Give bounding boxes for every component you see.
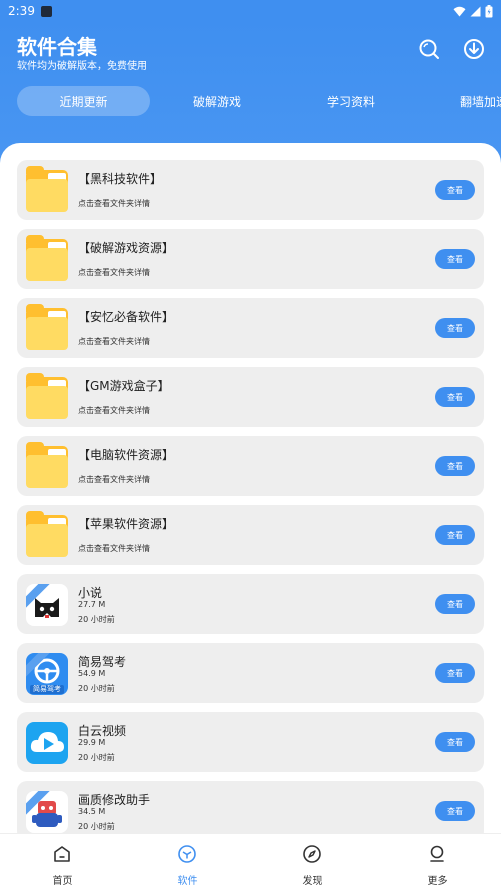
compass-icon [303, 845, 321, 863]
bottom-nav: 首页 软件 发现 更多 [0, 833, 501, 891]
list-item[interactable]: 【破解游戏资源】 点击查看文件夹详情 查看 [17, 229, 484, 289]
item-size: 34.5 M [78, 807, 106, 816]
item-title: 小说 [78, 586, 103, 600]
item-title: 简易驾考 [78, 655, 127, 669]
folder-icon [26, 511, 68, 557]
status-icons [453, 4, 493, 18]
nav-label: 首页 [52, 876, 73, 887]
list-item[interactable]: 白云视频 29.9 M 20 小时前 查看 [17, 712, 484, 772]
item-title: 【苹果软件资源】 [78, 517, 175, 531]
view-button[interactable]: 查看 [435, 456, 475, 476]
folder-icon [26, 304, 68, 350]
item-title: 白云视频 [78, 724, 127, 738]
category-tabs: 近期更新 破解游戏 学习资料 翻墙加速 [0, 86, 501, 118]
search-button[interactable] [416, 36, 442, 62]
folder-icon [26, 373, 68, 419]
item-description: 点击查看文件夹详情 [78, 268, 150, 277]
view-button[interactable]: 查看 [435, 663, 475, 683]
robot-icon [26, 791, 68, 833]
item-title: 【破解游戏资源】 [78, 241, 175, 255]
nav-discover[interactable]: 发现 [250, 834, 375, 891]
item-time: 20 小时前 [78, 753, 115, 762]
tab-study-materials[interactable]: 学习资料 [298, 86, 404, 116]
status-bar: 2:39 [0, 0, 501, 22]
item-size: 29.9 M [78, 738, 106, 747]
list-item[interactable]: 【安忆必备软件】 点击查看文件夹详情 查看 [17, 298, 484, 358]
nav-more[interactable]: 更多 [375, 834, 500, 891]
tab-vpn[interactable]: 翻墙加速 [432, 86, 501, 116]
list-item[interactable]: 【电脑软件资源】 点击查看文件夹详情 查看 [17, 436, 484, 496]
download-icon [464, 39, 484, 59]
wifi-icon [453, 6, 466, 16]
list-item[interactable]: 【黑科技软件】 点击查看文件夹详情 查看 [17, 160, 484, 220]
home-icon [54, 846, 70, 862]
item-time: 20 小时前 [78, 684, 115, 693]
tab-cracked-games[interactable]: 破解游戏 [165, 86, 269, 116]
cat-face-icon [26, 584, 68, 626]
item-title: 【GM游戏盒子】 [78, 379, 170, 393]
folder-icon [26, 442, 68, 488]
view-button[interactable]: 查看 [435, 594, 475, 614]
list-item[interactable]: 【GM游戏盒子】 点击查看文件夹详情 查看 [17, 367, 484, 427]
item-title: 【黑科技软件】 [78, 172, 163, 186]
view-button[interactable]: 查看 [435, 249, 475, 269]
search-icon [419, 39, 439, 59]
item-size: 27.7 M [78, 600, 106, 609]
page-subtitle: 软件均为破解版本，免费使用 [17, 61, 147, 72]
nav-software[interactable]: 软件 [125, 834, 250, 891]
item-title: 【电脑软件资源】 [78, 448, 175, 462]
item-description: 点击查看文件夹详情 [78, 544, 150, 553]
battery-icon [485, 4, 493, 17]
view-button[interactable]: 查看 [435, 801, 475, 821]
item-description: 点击查看文件夹详情 [78, 199, 150, 208]
item-description: 点击查看文件夹详情 [78, 406, 150, 415]
notification-icon [40, 5, 52, 17]
steering-wheel-icon: 简易驾考 [26, 653, 68, 695]
cloud-play-icon [26, 722, 68, 764]
view-button[interactable]: 查看 [435, 732, 475, 752]
user-icon [430, 845, 444, 862]
item-time: 20 小时前 [78, 822, 115, 831]
view-button[interactable]: 查看 [435, 180, 475, 200]
folder-icon [26, 235, 68, 281]
tab-recent[interactable]: 近期更新 [17, 86, 150, 116]
folder-icon [26, 166, 68, 212]
list-item[interactable]: 【苹果软件资源】 点击查看文件夹详情 查看 [17, 505, 484, 565]
item-title: 【安忆必备软件】 [78, 310, 175, 324]
item-description: 点击查看文件夹详情 [78, 475, 150, 484]
view-button[interactable]: 查看 [435, 318, 475, 338]
signal-icon [470, 6, 481, 16]
nav-label: 软件 [177, 876, 198, 887]
item-description: 点击查看文件夹详情 [78, 337, 150, 346]
status-time: 2:39 [8, 4, 35, 18]
icon-caption: 简易驾考 [33, 685, 61, 693]
list-item[interactable]: 小说 27.7 M 20 小时前 查看 [17, 574, 484, 634]
list-item[interactable]: 画质修改助手 34.5 M 20 小时前 查看 [17, 781, 484, 841]
content-list: 【黑科技软件】 点击查看文件夹详情 查看 【破解游戏资源】 点击查看文件夹详情 … [0, 143, 501, 891]
view-button[interactable]: 查看 [435, 525, 475, 545]
nav-label: 发现 [302, 876, 323, 887]
view-button[interactable]: 查看 [435, 387, 475, 407]
item-title: 画质修改助手 [78, 793, 151, 807]
item-time: 20 小时前 [78, 615, 115, 624]
item-size: 54.9 M [78, 669, 106, 678]
list-item[interactable]: 简易驾考 简易驾考 54.9 M 20 小时前 查看 [17, 643, 484, 703]
cube-icon [178, 845, 196, 863]
nav-label: 更多 [427, 876, 448, 887]
download-button[interactable] [461, 36, 487, 62]
nav-home[interactable]: 首页 [0, 834, 125, 891]
page-title: 软件合集 [17, 35, 97, 59]
